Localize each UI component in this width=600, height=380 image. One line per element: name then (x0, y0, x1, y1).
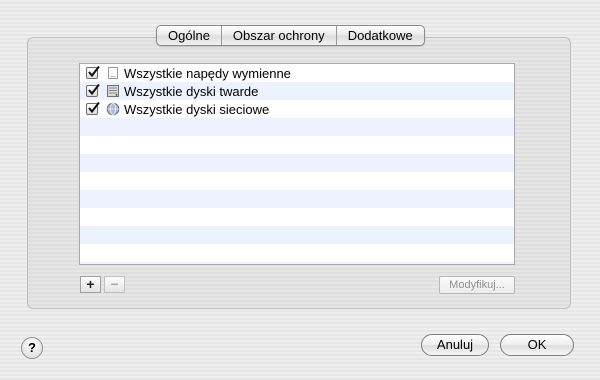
empty-row (80, 190, 514, 208)
list-item[interactable]: Wszystkie dyski twarde (80, 82, 514, 100)
tab-protection-scope[interactable]: Obszar ochrony (220, 26, 336, 45)
modify-button[interactable]: Modyfikuj... (439, 276, 515, 294)
list-item-label: Wszystkie dyski sieciowe (124, 101, 270, 117)
checkmark-icon (88, 65, 100, 78)
item-checkbox[interactable] (86, 65, 100, 79)
help-button[interactable]: ? (21, 337, 43, 359)
ok-button[interactable]: OK (500, 334, 574, 356)
empty-row (80, 172, 514, 190)
checkmark-icon (88, 101, 100, 114)
network-disk-icon (106, 102, 120, 116)
empty-row (80, 208, 514, 226)
removable-drive-icon (108, 67, 118, 79)
list-item[interactable]: Wszystkie dyski sieciowe (80, 100, 514, 118)
tab-additional[interactable]: Dodatkowe (335, 26, 424, 45)
cancel-button[interactable]: Anuluj (421, 334, 489, 356)
empty-row (80, 226, 514, 244)
item-checkbox[interactable] (86, 101, 100, 115)
list-item-label: Wszystkie dyski twarde (124, 83, 259, 99)
empty-row (80, 262, 514, 264)
list-item[interactable]: Wszystkie napędy wymienne (80, 64, 514, 82)
add-button[interactable]: + (80, 276, 101, 293)
remove-button[interactable]: − (104, 276, 125, 293)
empty-row (80, 118, 514, 136)
tab-general[interactable]: Ogólne (157, 26, 221, 45)
scope-list: Wszystkie napędy wymienne Wszystkie dysk… (79, 63, 515, 265)
list-item-label: Wszystkie napędy wymienne (124, 65, 291, 81)
empty-row (80, 136, 514, 154)
empty-row (80, 154, 514, 172)
tab-bar: Ogólne Obszar ochrony Dodatkowe (156, 25, 425, 46)
hard-disk-icon (107, 85, 119, 97)
checkmark-icon (88, 83, 100, 96)
empty-row (80, 244, 514, 262)
item-checkbox[interactable] (86, 83, 100, 97)
